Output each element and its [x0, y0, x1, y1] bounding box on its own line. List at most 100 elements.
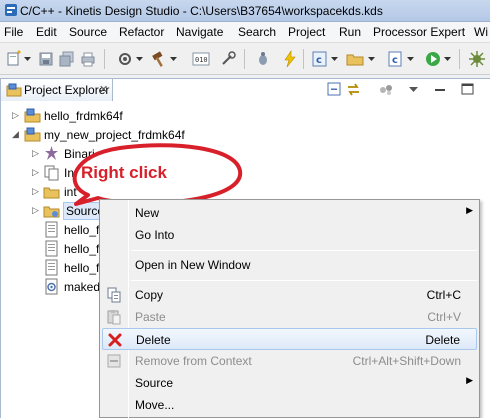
- save-icon[interactable]: [37, 50, 55, 68]
- tree-item-file[interactable]: hello_f: [0, 220, 100, 239]
- save-all-icon[interactable]: [58, 50, 76, 68]
- file-icon: [43, 259, 60, 276]
- tab-label: Project Explorer: [24, 83, 110, 97]
- menu-file[interactable]: File: [4, 25, 23, 39]
- menu-window[interactable]: Wi: [474, 25, 488, 39]
- view-menu-icon[interactable]: [405, 81, 422, 98]
- run-dropdown-icon[interactable]: [444, 56, 451, 62]
- expand-icon[interactable]: ▷: [32, 163, 42, 182]
- menu-refactor[interactable]: Refactor: [119, 25, 164, 39]
- toolbar-separator: [104, 49, 105, 69]
- folder-dropdown-icon[interactable]: [368, 56, 375, 62]
- window-title: C/C++ - Kinetis Design Studio - C:\Users…: [20, 4, 383, 18]
- menu-item-delete[interactable]: Delete Delete: [102, 328, 477, 350]
- tree-item-makefile[interactable]: maked: [0, 277, 100, 296]
- menu-item-shortcut: Ctrl+C: [426, 288, 461, 302]
- menu-item-label: Delete: [136, 333, 171, 347]
- folder-icon: [43, 183, 60, 200]
- link-with-editor-icon[interactable]: [345, 81, 362, 98]
- context-menu: New ▶ Go Into Open in New Window Copy Ct…: [99, 199, 480, 418]
- expand-icon[interactable]: ▷: [32, 144, 42, 163]
- tree-item-label: my_new_project_frdmk64f: [44, 128, 185, 142]
- minimize-icon[interactable]: [432, 81, 449, 98]
- settings-icon[interactable]: [116, 50, 134, 68]
- menu-item-label: New: [135, 206, 160, 220]
- title-bar: C/C++ - Kinetis Design Studio - C:\Users…: [0, 0, 490, 22]
- menu-item-label: Paste: [135, 310, 166, 324]
- print-icon[interactable]: [79, 50, 97, 68]
- app-icon: [5, 4, 17, 16]
- menu-source[interactable]: Source: [69, 25, 107, 39]
- tools-icon[interactable]: [219, 50, 237, 68]
- expand-icon[interactable]: ▷: [32, 182, 42, 201]
- copy-icon: [106, 287, 122, 303]
- svg-text:010: 010: [195, 56, 208, 64]
- menu-bar: File Edit Source Refactor Navigate Searc…: [0, 22, 490, 43]
- expand-icon[interactable]: ▷: [32, 201, 42, 220]
- menu-item-source[interactable]: Source ▶: [102, 372, 477, 394]
- submenu-arrow-icon: ▶: [466, 205, 473, 215]
- menu-processor-expert[interactable]: Processor Expert: [373, 25, 465, 39]
- menu-item-shortcut: Delete: [425, 333, 460, 347]
- tab-project-explorer[interactable]: Project Explorer ✕: [1, 79, 113, 101]
- callout-text: Right click: [81, 163, 167, 182]
- class-dropdown-icon[interactable]: [331, 56, 338, 62]
- new-c-file-icon[interactable]: c: [386, 50, 404, 68]
- flash-icon[interactable]: [281, 50, 299, 68]
- tree-item-file[interactable]: hello_f: [0, 239, 100, 258]
- menu-item-remove-from-context[interactable]: Remove from Context Ctrl+Alt+Shift+Down: [102, 350, 477, 372]
- debug-icon[interactable]: [254, 50, 272, 68]
- expand-icon[interactable]: ▷: [12, 106, 22, 125]
- menu-search[interactable]: Search: [238, 25, 276, 39]
- focus-task-icon[interactable]: [378, 81, 395, 98]
- menu-item-move[interactable]: Move...: [102, 394, 477, 416]
- menu-item-label: Copy: [135, 288, 164, 302]
- build-hammer-icon[interactable]: [150, 50, 168, 68]
- file-dropdown-icon[interactable]: [407, 56, 414, 62]
- build-dropdown-icon[interactable]: [170, 56, 177, 62]
- new-c-class-icon[interactable]: c: [311, 50, 329, 68]
- tree-item-label: maked: [64, 280, 101, 294]
- svg-text:c: c: [316, 55, 322, 66]
- new-dropdown-icon[interactable]: [24, 56, 31, 62]
- maximize-icon[interactable]: [459, 81, 476, 98]
- folder-icon[interactable]: [346, 50, 364, 68]
- binary-010-icon[interactable]: 010: [192, 50, 210, 68]
- tree-item-hello-frdmk64f[interactable]: ▷ hello_frdmk64f: [0, 106, 200, 125]
- menu-separator: [131, 250, 477, 251]
- close-icon[interactable]: ✕: [99, 83, 108, 96]
- menu-navigate[interactable]: Navigate: [176, 25, 223, 39]
- tree-item-file[interactable]: hello_f: [0, 258, 100, 277]
- menu-item-go-into[interactable]: Go Into: [102, 224, 477, 246]
- makefile-icon: [43, 278, 60, 295]
- package-icon[interactable]: [468, 50, 486, 68]
- settings-dropdown-icon[interactable]: [136, 56, 143, 62]
- menu-project[interactable]: Project: [288, 25, 325, 39]
- menu-item-shortcut: Ctrl+V: [427, 310, 461, 324]
- menu-item-label: Go Into: [135, 228, 175, 242]
- menu-item-copy[interactable]: Copy Ctrl+C: [102, 284, 477, 306]
- tree-item-label: hello_f: [64, 242, 100, 256]
- main-toolbar: 010 c c: [0, 43, 490, 75]
- source-folder-icon: [43, 202, 60, 219]
- tree-item-label: hello_f: [64, 223, 100, 237]
- collapse-icon[interactable]: ◢: [12, 125, 22, 144]
- delete-icon: [107, 332, 123, 348]
- menu-item-label: Move...: [135, 398, 175, 412]
- new-icon[interactable]: [5, 50, 23, 68]
- menu-item-label: Remove from Context: [135, 354, 252, 368]
- paste-icon: [106, 309, 122, 325]
- includes-icon: [43, 164, 60, 181]
- svg-text:c: c: [392, 55, 398, 66]
- tree-item-label: hello_frdmk64f: [44, 109, 123, 123]
- menu-run[interactable]: Run: [339, 25, 361, 39]
- run-icon[interactable]: [424, 50, 442, 68]
- menu-item-open-in-new-window[interactable]: Open in New Window: [102, 254, 477, 276]
- toolbar-separator: [303, 49, 304, 69]
- menu-item-new[interactable]: New ▶: [102, 202, 477, 224]
- menu-item-paste[interactable]: Paste Ctrl+V: [102, 306, 477, 328]
- menu-edit[interactable]: Edit: [36, 25, 57, 39]
- submenu-arrow-icon: ▶: [466, 375, 473, 385]
- collapse-all-icon[interactable]: [326, 81, 343, 98]
- menu-item-label: Source: [135, 376, 174, 390]
